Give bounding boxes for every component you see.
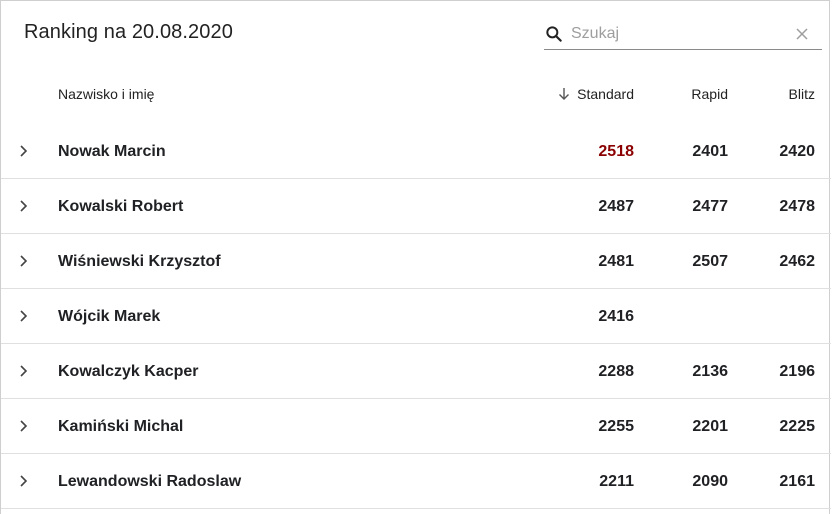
player-name: Kamiński Michal <box>58 418 184 435</box>
player-name: Kowalczyk Kacper <box>58 363 199 380</box>
table-row[interactable]: Lewandowski Radoslaw 2211 2090 2161 <box>1 454 831 509</box>
blitz-rating: 2196 <box>779 363 815 380</box>
blitz-rating: 2161 <box>779 473 815 490</box>
rapid-rating: 2401 <box>692 143 728 160</box>
rapid-rating: 2507 <box>692 253 728 270</box>
page-title: Ranking na 20.08.2020 <box>24 21 233 43</box>
arrow-down-icon <box>559 88 570 100</box>
chevron-right-icon[interactable] <box>18 309 30 323</box>
column-header-standard[interactable]: Standard <box>557 86 634 102</box>
player-name: Nowak Marcin <box>58 143 166 160</box>
chevron-right-icon[interactable] <box>18 364 30 378</box>
search-input[interactable] <box>571 22 791 46</box>
standard-rating: 2518 <box>598 143 634 160</box>
column-header-name[interactable]: Nazwisko i imię <box>58 86 154 102</box>
table-row[interactable]: Nowak Marcin 2518 2401 2420 <box>1 124 831 179</box>
player-name: Wiśniewski Krzysztof <box>58 253 221 270</box>
search-icon <box>546 26 562 42</box>
table-body: Nowak Marcin 2518 2401 2420 Kowalski Robert 2… <box>1 124 831 509</box>
table-row[interactable]: Kamiński Michal 2255 2201 2225 <box>1 399 831 454</box>
standard-rating: 2416 <box>598 308 634 325</box>
standard-rating: 2288 <box>598 363 634 380</box>
table-row[interactable]: Kowalczyk Kacper 2288 2136 2196 <box>1 344 831 399</box>
ranking-card: Ranking na 20.08.2020 Nazwisko i imię St… <box>0 0 831 514</box>
player-name: Wójcik Marek <box>58 308 161 325</box>
chevron-right-icon[interactable] <box>18 144 30 158</box>
player-name: Kowalski Robert <box>58 198 184 215</box>
table-row[interactable]: Wiśniewski Krzysztof 2481 2507 2462 <box>1 234 831 289</box>
column-header-blitz[interactable]: Blitz <box>789 86 815 102</box>
chevron-right-icon[interactable] <box>18 474 30 488</box>
table-header: Nazwisko i imię Standard Rapid Blitz <box>1 75 831 113</box>
blitz-rating: 2225 <box>779 418 815 435</box>
rapid-rating: 2090 <box>692 473 728 490</box>
blitz-rating: 2478 <box>779 198 815 215</box>
blitz-rating: 2462 <box>779 253 815 270</box>
rapid-rating: 2136 <box>692 363 728 380</box>
blitz-rating: 2420 <box>779 143 815 160</box>
column-header-standard-label: Standard <box>577 86 634 102</box>
table-row[interactable]: Wójcik Marek 2416 <box>1 289 831 344</box>
standard-rating: 2211 <box>599 473 634 490</box>
chevron-right-icon[interactable] <box>18 419 30 433</box>
search-box <box>544 20 822 50</box>
rapid-rating: 2477 <box>692 198 728 215</box>
standard-rating: 2487 <box>598 198 634 215</box>
standard-rating: 2255 <box>598 418 634 435</box>
column-header-rapid[interactable]: Rapid <box>691 86 728 102</box>
rapid-rating: 2201 <box>692 418 728 435</box>
standard-rating: 2481 <box>598 253 634 270</box>
player-name: Lewandowski Radoslaw <box>58 473 242 490</box>
chevron-right-icon[interactable] <box>18 199 30 213</box>
close-icon[interactable] <box>795 27 809 41</box>
chevron-right-icon[interactable] <box>18 254 30 268</box>
table-row[interactable]: Kowalski Robert 2487 2477 2478 <box>1 179 831 234</box>
